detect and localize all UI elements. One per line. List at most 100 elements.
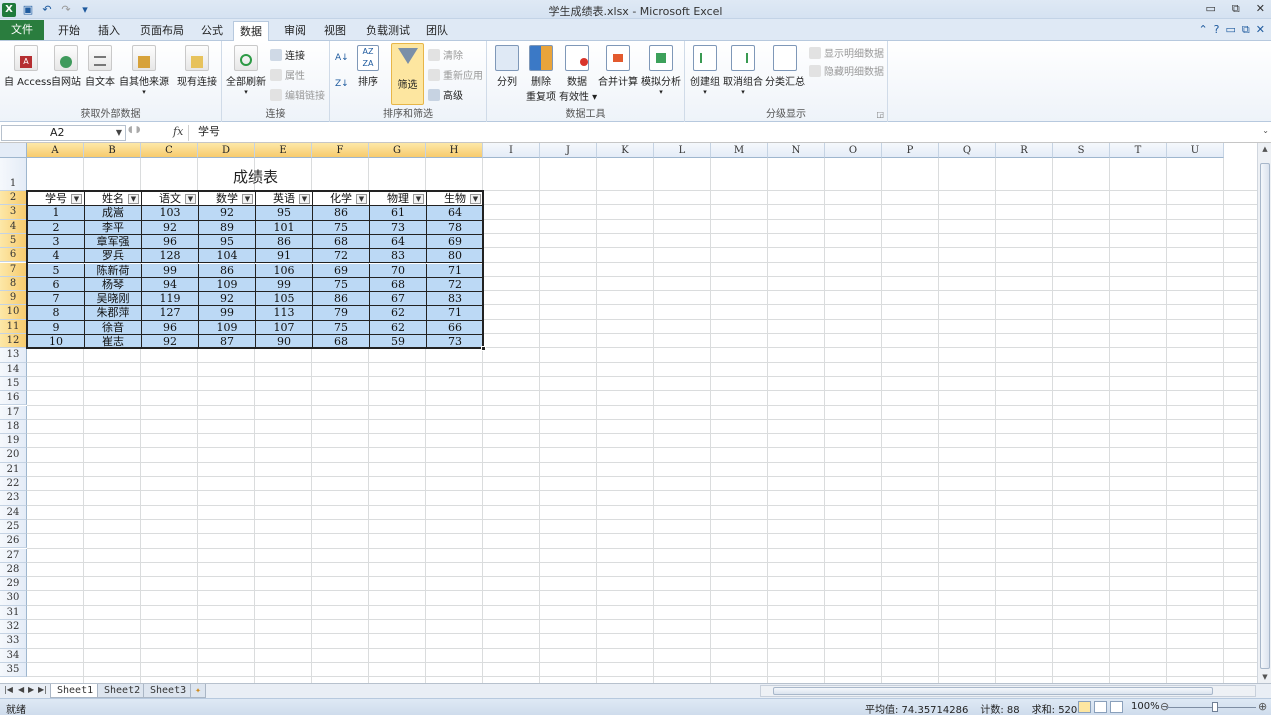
row-header-15[interactable]: 15 xyxy=(0,376,27,392)
header-cell[interactable]: 英语 ▼ xyxy=(256,192,313,207)
row-header-32[interactable]: 32 xyxy=(0,620,27,635)
table-cell[interactable]: 陈新荷 xyxy=(85,263,142,278)
sheet-title-cell[interactable]: 成绩表 xyxy=(27,166,484,187)
from-web-button[interactable]: 自网站 xyxy=(50,45,82,88)
table-cell[interactable]: 113 xyxy=(256,306,313,321)
table-cell[interactable]: 109 xyxy=(199,320,256,335)
row-header-18[interactable]: 18 xyxy=(0,419,27,435)
table-cell[interactable]: 103 xyxy=(142,206,199,221)
insert-sheet-icon[interactable]: ✦ xyxy=(190,684,207,698)
minimize-ribbon-icon[interactable]: ⌃ xyxy=(1198,23,1207,37)
table-cell[interactable]: 1 xyxy=(28,206,85,221)
tab-review[interactable]: 审阅 xyxy=(278,21,312,41)
table-cell[interactable]: 2 xyxy=(28,220,85,235)
horizontal-scrollbar[interactable] xyxy=(760,685,1256,697)
table-cell[interactable]: 10 xyxy=(28,335,85,350)
row-header-24[interactable]: 24 xyxy=(0,505,27,520)
table-cell[interactable]: 朱郡萍 xyxy=(85,306,142,321)
table-cell[interactable]: 67 xyxy=(370,292,427,307)
column-header-n[interactable]: N xyxy=(768,143,825,158)
column-header-i[interactable]: I xyxy=(483,143,540,158)
column-header-f[interactable]: F xyxy=(312,143,369,158)
filter-dropdown-icon[interactable]: ▼ xyxy=(185,194,196,204)
row-header-8[interactable]: 8 xyxy=(0,276,27,292)
filter-dropdown-icon[interactable]: ▼ xyxy=(71,194,82,204)
table-cell[interactable]: 61 xyxy=(370,206,427,221)
table-cell[interactable]: 106 xyxy=(256,263,313,278)
edit-links-button[interactable]: 编辑链接 xyxy=(270,87,325,102)
table-cell[interactable]: 杨琴 xyxy=(85,277,142,293)
row-header-19[interactable]: 19 xyxy=(0,434,27,449)
row-header-4[interactable]: 4 xyxy=(0,219,27,234)
row-header-11[interactable]: 11 xyxy=(0,319,27,334)
column-header-t[interactable]: T xyxy=(1110,143,1167,158)
table-cell[interactable]: 4 xyxy=(28,249,85,264)
sheet-tab-sheet3[interactable]: Sheet3 xyxy=(143,684,194,698)
row-header-26[interactable]: 26 xyxy=(0,534,27,549)
column-header-j[interactable]: J xyxy=(540,143,597,158)
column-header-o[interactable]: O xyxy=(825,143,882,158)
help-icon[interactable]: ? xyxy=(1214,23,1220,37)
row-header-21[interactable]: 21 xyxy=(0,462,27,477)
fill-handle[interactable] xyxy=(481,346,486,352)
worksheet-grid[interactable]: ABCDEFGHIJKLMNOPQRSTU 1 2 3 4 5 6 7 8 9 10 11 12 13 1… xyxy=(0,143,1271,683)
filter-dropdown-icon[interactable]: ▼ xyxy=(413,194,424,204)
hide-detail-button[interactable]: 隐藏明细数据 xyxy=(809,63,884,78)
advanced-button[interactable]: 高级 xyxy=(428,87,463,102)
column-header-s[interactable]: S xyxy=(1053,143,1110,158)
table-cell[interactable]: 吴晓刚 xyxy=(85,292,142,307)
refresh-all-button[interactable]: 全部刷新 ▾ xyxy=(226,45,266,96)
ungroup-button[interactable]: 取消组合 ▾ xyxy=(723,45,763,96)
row-header-27[interactable]: 27 xyxy=(0,548,27,563)
table-cell[interactable]: 62 xyxy=(370,320,427,335)
existing-connections-button[interactable]: 现有连接 xyxy=(176,45,218,88)
table-cell[interactable]: 李平 xyxy=(85,220,142,235)
row-header-20[interactable]: 20 xyxy=(0,448,27,463)
table-cell[interactable]: 127 xyxy=(142,306,199,321)
header-cell[interactable]: 学号 ▼ xyxy=(28,192,85,207)
normal-view-icon[interactable] xyxy=(1078,701,1091,713)
row-header-9[interactable]: 9 xyxy=(0,291,27,306)
table-cell[interactable]: 73 xyxy=(427,335,484,350)
subtotal-button[interactable]: 分类汇总 xyxy=(765,45,805,88)
formula-bar-splitter[interactable]: ◖ ◗ xyxy=(128,125,168,141)
table-cell[interactable]: 8 xyxy=(28,306,85,321)
table-cell[interactable]: 罗兵 xyxy=(85,249,142,264)
table-cell[interactable]: 9 xyxy=(28,320,85,335)
tab-insert[interactable]: 插入 xyxy=(92,21,126,41)
table-cell[interactable]: 92 xyxy=(142,335,199,350)
table-cell[interactable]: 73 xyxy=(370,220,427,235)
column-header-d[interactable]: D xyxy=(198,143,255,158)
horizontal-scroll-thumb[interactable] xyxy=(773,687,1213,695)
table-cell[interactable]: 7 xyxy=(28,292,85,307)
header-cell[interactable]: 语文 ▼ xyxy=(142,192,199,207)
tab-team[interactable]: 团队 xyxy=(420,21,454,41)
remove-duplicates-button[interactable]: 删除 重复项 xyxy=(525,45,557,103)
table-cell[interactable]: 3 xyxy=(28,234,85,250)
sheet-tab-sheet1[interactable]: Sheet1 xyxy=(50,684,101,698)
name-box[interactable]: A2 ▼ xyxy=(1,125,126,141)
table-cell[interactable]: 104 xyxy=(199,249,256,264)
filter-button[interactable]: 筛选 xyxy=(391,43,424,105)
filter-dropdown-icon[interactable]: ▼ xyxy=(356,194,367,204)
page-layout-view-icon[interactable] xyxy=(1094,701,1107,713)
dialog-launcher-icon[interactable]: ◲ xyxy=(876,110,884,119)
row-header-22[interactable]: 22 xyxy=(0,477,27,492)
column-header-p[interactable]: P xyxy=(882,143,939,158)
table-cell[interactable]: 80 xyxy=(427,249,484,264)
tab-data[interactable]: 数据 xyxy=(233,21,269,42)
table-cell[interactable]: 6 xyxy=(28,277,85,293)
table-cell[interactable]: 68 xyxy=(370,277,427,293)
table-cell[interactable]: 99 xyxy=(199,306,256,321)
row-header-25[interactable]: 25 xyxy=(0,519,27,535)
table-cell[interactable]: 78 xyxy=(427,220,484,235)
column-header-e[interactable]: E xyxy=(255,143,312,158)
table-cell[interactable]: 119 xyxy=(142,292,199,307)
vertical-scroll-thumb[interactable] xyxy=(1260,163,1270,669)
table-cell[interactable]: 徐音 xyxy=(85,320,142,335)
table-cell[interactable]: 72 xyxy=(313,249,370,264)
table-cell[interactable]: 83 xyxy=(427,292,484,307)
table-cell[interactable]: 70 xyxy=(370,263,427,278)
table-cell[interactable]: 成嵩 xyxy=(85,206,142,221)
column-header-c[interactable]: C xyxy=(141,143,198,158)
